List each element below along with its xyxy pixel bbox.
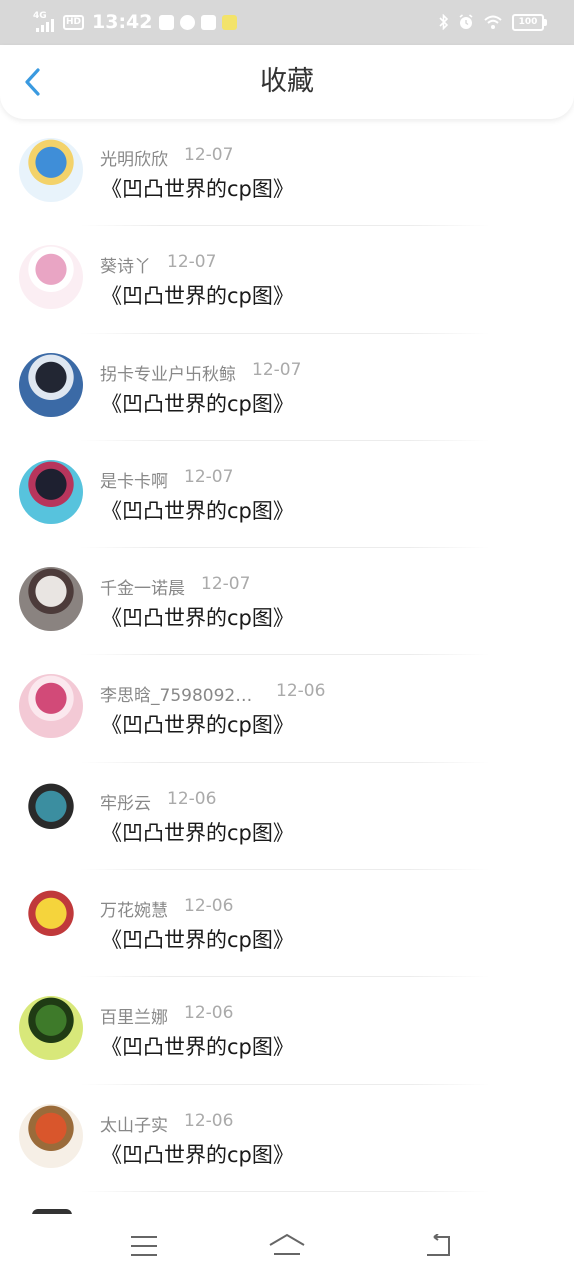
app-icon: [179, 14, 195, 30]
favorite-title[interactable]: 《凹凸世界的cp图》: [101, 924, 294, 954]
date-label: 12-06: [184, 896, 234, 917]
username: 光明欣欣: [100, 150, 168, 170]
list-item[interactable]: 李思晗_7598092… 12-06 《凹凸世界的cp图》: [0, 655, 574, 763]
signal-icon: 4G: [33, 12, 57, 32]
list-item[interactable]: 牢彤云 12-06 《凹凸世界的cp图》: [0, 763, 574, 871]
home-icon: [269, 1233, 305, 1255]
home-button[interactable]: [263, 1228, 311, 1264]
date-label: 12-06: [184, 1110, 234, 1131]
favorite-title[interactable]: 《凹凸世界的cp图》: [101, 1139, 294, 1169]
avatar[interactable]: [19, 889, 83, 954]
favorite-title[interactable]: 《凹凸世界的cp图》: [101, 1031, 294, 1061]
date-label: 12-06: [276, 681, 326, 702]
back-nav-button[interactable]: [414, 1228, 462, 1264]
favorites-list: 光明欣欣 12-07 《凹凸世界的cp图》 葵诗丫 12-07 《凹凸世界的cp图》 拐卡专…: [0, 119, 574, 1192]
divider: [80, 1190, 490, 1192]
status-bar-left: 4G HD 13:42: [33, 9, 237, 35]
favorite-title[interactable]: 《凹凸世界的cp图》: [101, 388, 294, 418]
date-label: 12-07: [201, 574, 251, 595]
hd-badge: HD: [63, 14, 85, 30]
avatar[interactable]: [19, 781, 83, 846]
menu-button[interactable]: [120, 1228, 168, 1264]
date-label: 12-07: [184, 466, 234, 487]
avatar[interactable]: [19, 567, 83, 632]
date-label: 12-06: [167, 788, 217, 809]
battery-icon: 100: [512, 13, 547, 31]
check-icon: [158, 14, 174, 30]
date-label: 12-07: [252, 359, 302, 380]
avatar[interactable]: [19, 245, 83, 310]
list-item[interactable]: 是卡卡啊 12-07 《凹凸世界的cp图》: [0, 441, 574, 549]
list-item[interactable]: 葵诗丫 12-07 《凹凸世界的cp图》: [0, 226, 574, 334]
bottom-nav: [0, 1214, 574, 1280]
wifi-icon: [484, 15, 502, 29]
list-item[interactable]: 太山子实 12-06 《凹凸世界的cp图》: [0, 1085, 574, 1192]
favorite-title[interactable]: 《凹凸世界的cp图》: [101, 602, 294, 632]
date-label: 12-06: [184, 1003, 234, 1024]
username: 千金一诺晨: [100, 579, 185, 600]
emoji-app-icon: [221, 14, 237, 30]
date-label: 12-07: [184, 145, 234, 165]
favorite-title[interactable]: 《凹凸世界的cp图》: [101, 495, 294, 525]
date-label: 12-07: [167, 252, 217, 273]
username: 百里兰娜: [100, 1008, 168, 1029]
username: 万花婉慧: [100, 901, 168, 922]
favorite-title[interactable]: 《凹凸世界的cp图》: [101, 709, 294, 739]
header: 收藏: [0, 45, 574, 119]
menu-icon: [131, 1236, 157, 1256]
list-item[interactable]: 千金一诺晨 12-07 《凹凸世界的cp图》: [0, 548, 574, 656]
avatar[interactable]: [19, 1103, 83, 1168]
username: 太山子实: [100, 1115, 168, 1136]
bluetooth-icon: [439, 14, 449, 30]
avatar[interactable]: [19, 996, 83, 1061]
favorite-title[interactable]: 《凹凸世界的cp图》: [101, 817, 294, 847]
username: 拐卡专业户卐秋鲸: [100, 364, 236, 385]
avatar[interactable]: [19, 674, 83, 739]
list-item[interactable]: 百里兰娜 12-06 《凹凸世界的cp图》: [0, 977, 574, 1085]
username: 牢彤云: [100, 793, 151, 814]
alarm-icon: [459, 14, 473, 29]
username: 是卡卡啊: [100, 471, 168, 492]
list-item[interactable]: 万花婉慧 12-06 《凹凸世界的cp图》: [0, 870, 574, 978]
avatar[interactable]: [19, 138, 83, 202]
search-app-icon: [200, 14, 216, 30]
avatar[interactable]: [19, 352, 83, 417]
favorite-title[interactable]: 《凹凸世界的cp图》: [101, 280, 294, 310]
back-icon: [427, 1234, 450, 1256]
status-time: 13:42: [92, 11, 153, 33]
page-title: 收藏: [260, 66, 314, 97]
list-item[interactable]: 拐卡专业户卐秋鲸 12-07 《凹凸世界的cp图》: [0, 334, 574, 441]
username: 李思晗_7598092…: [100, 686, 253, 707]
list-item[interactable]: 光明欣欣 12-07 《凹凸世界的cp图》: [0, 119, 574, 227]
status-bar-right: 100: [439, 11, 547, 33]
avatar[interactable]: [19, 459, 83, 524]
username: 葵诗丫: [100, 257, 151, 278]
favorite-title[interactable]: 《凹凸世界的cp图》: [101, 173, 294, 203]
status-bar: 4G HD 13:42 100: [0, 0, 574, 45]
